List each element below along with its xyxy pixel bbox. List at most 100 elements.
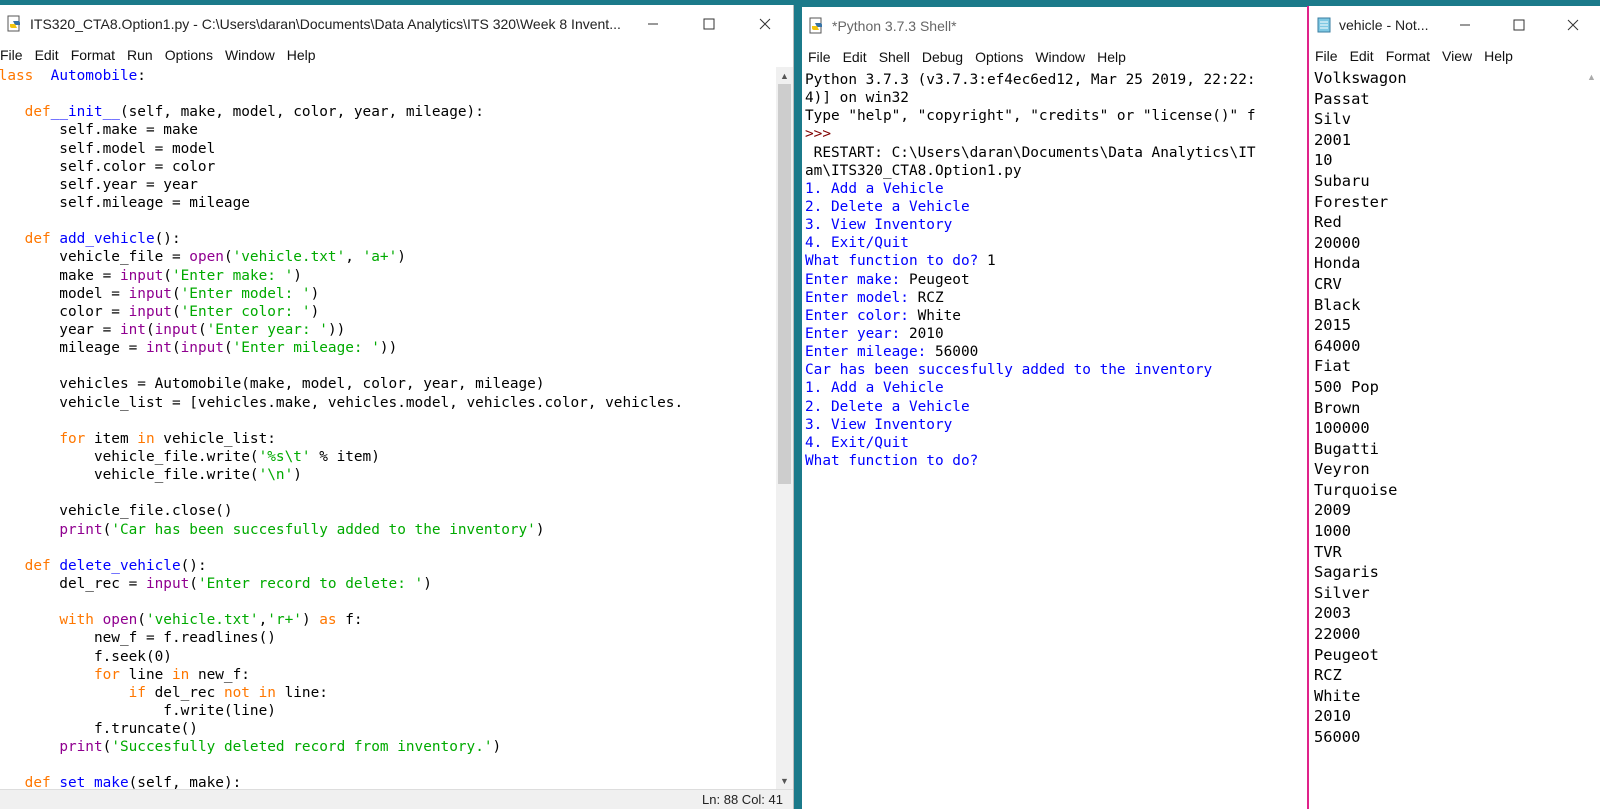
notepad-titlebar[interactable]: vehicle - Not... xyxy=(1309,6,1600,44)
close-button[interactable] xyxy=(1546,6,1600,44)
text-line: TVR xyxy=(1314,542,1342,561)
menu-view[interactable]: View xyxy=(1436,44,1478,68)
text-line: 2015 xyxy=(1314,316,1352,335)
shell-titlebar[interactable]: *Python 3.7.3 Shell* xyxy=(802,7,1310,45)
code-token: % item) xyxy=(310,448,380,465)
notepad-text-area[interactable]: Volkswagon Passat Silv 2001 10 Subaru Forester… xyxy=(1314,68,1407,748)
code-line: mileage = int(input('Enter mileage: ')) xyxy=(0,339,683,357)
code-token: Enter mileage: xyxy=(805,344,935,361)
code-token: in xyxy=(137,430,155,447)
code-token: 2. Delete a Vehicle xyxy=(805,198,970,215)
editor-vertical-scrollbar[interactable]: ▲ ▼ xyxy=(776,67,793,789)
minimize-button[interactable] xyxy=(1438,6,1492,44)
editor-scroll-thumb[interactable] xyxy=(778,84,791,484)
code-line: del_rec = input('Enter record to delete:… xyxy=(0,575,683,593)
text-line: 64000 xyxy=(1314,336,1361,355)
code-line: f.write(line) xyxy=(0,702,683,720)
menu-file[interactable]: File xyxy=(802,45,837,69)
code-token: ( xyxy=(163,267,172,284)
code-token: ( xyxy=(171,340,181,357)
code-token: Enter make: xyxy=(805,271,909,288)
notepad-vertical-scrollbar[interactable]: ▲ xyxy=(1583,68,1600,809)
scroll-up-icon[interactable]: ▲ xyxy=(776,67,793,84)
code-token: 'Enter color: ' xyxy=(180,303,311,320)
code-token: 'Succesfully deleted record from invento… xyxy=(111,739,493,756)
code-token: open xyxy=(102,612,138,629)
code-line: def add_vehicle(): xyxy=(0,230,683,248)
menu-help[interactable]: Help xyxy=(1091,45,1132,69)
menu-edit[interactable]: Edit xyxy=(1344,44,1380,68)
minimize-button[interactable] xyxy=(625,5,681,43)
code-token: ( xyxy=(223,249,233,266)
shell-line: 4. Exit/Quit xyxy=(805,434,1256,452)
maximize-icon xyxy=(703,18,715,30)
code-editor-area[interactable]: class Automobile: def__init__(self, make… xyxy=(0,67,683,793)
code-token: Enter color: xyxy=(805,307,918,324)
python-shell-window: *Python 3.7.3 Shell* File Edit Shell Deb… xyxy=(802,7,1310,809)
menu-window[interactable]: Window xyxy=(219,43,281,67)
code-token: def xyxy=(24,104,51,121)
menu-options[interactable]: Options xyxy=(969,45,1029,69)
maximize-button[interactable] xyxy=(1492,6,1546,44)
code-token: new_f: xyxy=(189,666,250,683)
text-line: 1000 xyxy=(1314,522,1352,541)
menu-format[interactable]: Format xyxy=(1380,44,1436,68)
menu-help[interactable]: Help xyxy=(1478,44,1519,68)
code-token: open xyxy=(189,249,224,266)
code-token: for xyxy=(59,430,86,447)
code-token: ( xyxy=(189,575,198,592)
code-token: make = xyxy=(0,267,120,284)
code-token: RESTART: C:\Users\daran\Documents\Data A… xyxy=(805,144,1256,161)
minimize-icon xyxy=(1460,24,1470,26)
code-token: Enter year: xyxy=(805,325,909,342)
text-line: 20000 xyxy=(1314,233,1361,252)
code-line: color = input('Enter color: ') xyxy=(0,303,683,321)
code-line: print('Car has been succesfully added to… xyxy=(0,521,683,539)
text-line: Passat xyxy=(1314,89,1370,108)
menu-edit[interactable]: Edit xyxy=(29,43,65,67)
scroll-down-icon[interactable]: ▼ xyxy=(776,772,793,789)
code-line: self.year = year xyxy=(0,176,683,194)
menu-run[interactable]: Run xyxy=(121,43,159,67)
close-button[interactable] xyxy=(737,5,793,43)
code-line: vehicle_file.close() xyxy=(0,502,683,520)
menu-options[interactable]: Options xyxy=(159,43,219,67)
menu-help[interactable]: Help xyxy=(281,43,322,67)
code-token: )) xyxy=(379,340,398,357)
menu-file[interactable]: File xyxy=(0,43,29,67)
maximize-button[interactable] xyxy=(681,5,737,43)
editor-titlebar[interactable]: ITS320_CTA8.Option1.py - C:\Users\daran\… xyxy=(0,5,793,43)
scroll-up-icon[interactable]: ▲ xyxy=(1583,68,1600,85)
code-token: if xyxy=(128,684,146,701)
text-line: Bugatti xyxy=(1314,439,1379,458)
code-line: self.mileage = mileage xyxy=(0,194,683,212)
code-token: , xyxy=(345,249,363,266)
code-token: am\ITS320_CTA8.Option1.py xyxy=(805,162,1022,179)
menu-shell[interactable]: Shell xyxy=(873,45,916,69)
code-token: __init__ xyxy=(50,104,120,121)
code-token: ) xyxy=(535,521,545,538)
menu-edit[interactable]: Edit xyxy=(837,45,873,69)
menu-window[interactable]: Window xyxy=(1029,45,1091,69)
code-line: if del_rec not in line: xyxy=(0,684,683,702)
code-token: White xyxy=(917,307,961,324)
shell-line: Car has been succesfully added to the in… xyxy=(805,361,1256,379)
code-token: : xyxy=(137,68,146,84)
code-token: Automobile xyxy=(50,68,138,84)
code-token: Car has been succesfully added to the in… xyxy=(805,362,1213,379)
minimize-icon xyxy=(648,23,658,25)
code-token: 'Enter year: ' xyxy=(206,321,328,338)
menu-format[interactable]: Format xyxy=(65,43,121,67)
menu-debug[interactable]: Debug xyxy=(916,45,969,69)
code-token: (): xyxy=(180,557,207,574)
shell-output-area[interactable]: Python 3.7.3 (v3.7.3:ef4ec6ed12, Mar 25 … xyxy=(805,71,1256,470)
shell-line: Type "help", "copyright", "credits" or "… xyxy=(805,107,1256,125)
menu-file[interactable]: File xyxy=(1309,44,1344,68)
